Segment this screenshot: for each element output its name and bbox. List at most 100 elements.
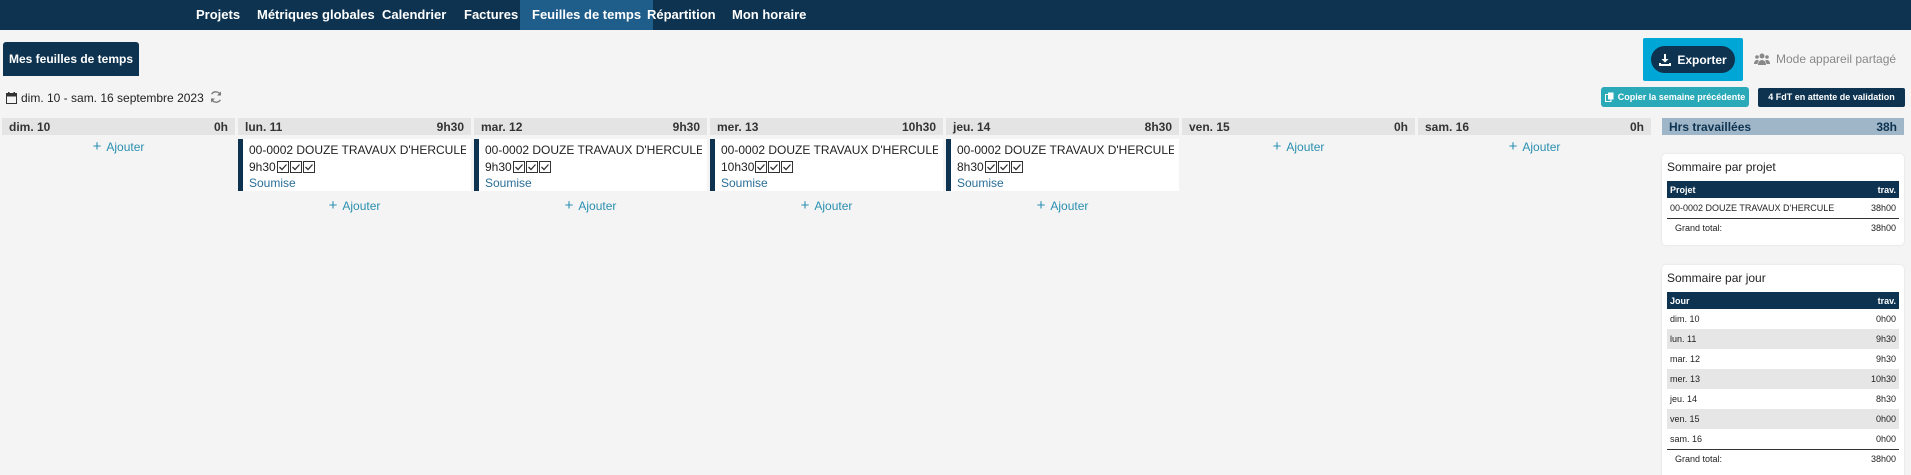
day-header: mar. 12 9h30	[474, 118, 707, 135]
add-label: Ajouter	[1050, 199, 1089, 213]
day-name: sam. 16	[1425, 119, 1470, 134]
shared-device-mode[interactable]: Mode appareil partagé	[1754, 52, 1896, 66]
day-column-ven-15: ven. 15 0h + Ajouter	[1182, 118, 1415, 159]
checkbox-icon	[768, 161, 781, 173]
plus-icon: +	[1036, 197, 1046, 214]
top-navigation: Projets Métriques globales Calendrier Fa…	[0, 0, 1911, 30]
entry-project: 00-0002 DOUZE TRAVAUX D'HERCULE	[721, 143, 938, 157]
row-name: 00-0002 DOUZE TRAVAUX D'HERCULE	[1670, 202, 1835, 213]
total-label: Grand total:	[1667, 217, 1864, 238]
add-entry-button[interactable]: + Ajouter	[710, 194, 943, 218]
table-row: 00-0002 DOUZE TRAVAUX D'HERCULE 38h00	[1667, 198, 1899, 218]
nav-mon-horaire[interactable]: Mon horaire	[720, 0, 818, 30]
calendar-icon	[6, 92, 17, 104]
table-row: mar. 12 9h30	[1667, 349, 1899, 369]
day-column-lun-11: lun. 11 9h30 00-0002 DOUZE TRAVAUX D'HER…	[238, 118, 471, 218]
timesheet-entry[interactable]: 00-0002 DOUZE TRAVAUX D'HERCULE 10h30 So…	[710, 139, 943, 191]
refresh-icon[interactable]	[209, 90, 223, 104]
timesheet-entry[interactable]: 00-0002 DOUZE TRAVAUX D'HERCULE 9h30 Sou…	[238, 139, 471, 191]
entry-status: Soumise	[957, 176, 1004, 190]
add-entry-button[interactable]: + Ajouter	[474, 194, 707, 218]
tab-mes-feuilles-de-temps[interactable]: Mes feuilles de temps	[3, 42, 139, 76]
export-button[interactable]: Exporter	[1651, 46, 1735, 73]
date-range-label: dim. 10 - sam. 16 septembre 2023	[21, 91, 204, 105]
timesheet-entry[interactable]: 00-0002 DOUZE TRAVAUX D'HERCULE 9h30 Sou…	[474, 139, 707, 191]
hours-worked-header: Hrs travaillées 38h	[1662, 118, 1904, 135]
total-value: 38h00	[1863, 217, 1899, 238]
entry-hours: 10h30	[721, 160, 755, 174]
summary-day-table: Jour trav. dim. 10 0h00 lun. 11 9h30 mar. …	[1667, 292, 1899, 469]
row-name: mer. 13	[1667, 369, 1819, 389]
table-row: mer. 13 10h30	[1667, 369, 1899, 389]
timesheet-entry[interactable]: 00-0002 DOUZE TRAVAUX D'HERCULE 8h30 Sou…	[946, 139, 1179, 191]
checkbox-icon	[302, 161, 315, 173]
entry-hours-row: 9h30	[485, 160, 702, 174]
hours-worked-label: Hrs travaillées	[1669, 119, 1752, 134]
plus-icon: +	[800, 197, 810, 214]
day-column-jeu-14: jeu. 14 8h30 00-0002 DOUZE TRAVAUX D'HER…	[946, 118, 1179, 218]
checkbox-icon	[276, 161, 289, 173]
entry-hours: 8h30	[957, 160, 984, 174]
nav-calendrier[interactable]: Calendrier	[370, 0, 458, 30]
entry-hours: 9h30	[249, 160, 276, 174]
nav-metriques-globales[interactable]: Métriques globales	[245, 0, 387, 30]
nav-factures[interactable]: Factures	[452, 0, 530, 30]
day-name: mer. 13	[717, 119, 759, 134]
total-row: Grand total: 38h00	[1667, 448, 1899, 469]
day-name: jeu. 14	[953, 119, 991, 134]
summary-title: Sommaire par jour	[1667, 271, 1766, 285]
total-label: Grand total:	[1667, 448, 1819, 469]
day-total: 8h30	[1144, 119, 1172, 134]
nav-repartition[interactable]: Répartition	[635, 0, 728, 30]
table-row: dim. 10 0h00	[1667, 309, 1899, 329]
add-entry-button[interactable]: + Ajouter	[1182, 135, 1415, 159]
add-entry-button[interactable]: + Ajouter	[238, 194, 471, 218]
day-total: 9h30	[436, 119, 464, 134]
checkbox-icon	[755, 161, 768, 173]
checkbox-icon	[525, 161, 538, 173]
day-header: sam. 16 0h	[1418, 118, 1651, 135]
total-row: Grand total: 38h00	[1667, 217, 1899, 238]
add-entry-button[interactable]: + Ajouter	[1418, 135, 1651, 159]
entry-hours-row: 9h30	[249, 160, 466, 174]
day-column-dim-10: dim. 10 0h + Ajouter	[2, 118, 235, 159]
shared-mode-label: Mode appareil partagé	[1776, 52, 1897, 66]
add-entry-button[interactable]: + Ajouter	[946, 194, 1179, 218]
row-name: lun. 11	[1667, 329, 1819, 349]
nav-feuilles-de-temps[interactable]: Feuilles de temps	[520, 0, 654, 30]
row-value: 38h00	[1870, 202, 1896, 213]
pending-validation-badge[interactable]: 4 FdT en attente de validation	[1758, 88, 1905, 107]
plus-icon: +	[564, 197, 574, 214]
summary-title: Sommaire par projet	[1667, 160, 1776, 174]
day-total: 0h	[1629, 119, 1644, 134]
summary-by-project: Sommaire par projet Projet trav. 00-0002…	[1662, 154, 1904, 245]
plus-icon: +	[1508, 138, 1518, 155]
add-label: Ajouter	[578, 199, 617, 213]
day-total: 10h30	[901, 119, 936, 134]
day-total: 0h	[1393, 119, 1408, 134]
day-name: ven. 15	[1189, 119, 1230, 134]
entry-status: Soumise	[721, 176, 768, 190]
day-total: 9h30	[672, 119, 700, 134]
column-header: trav.	[1863, 181, 1899, 198]
entry-hours-row: 10h30	[721, 160, 938, 174]
day-header: mer. 13 10h30	[710, 118, 943, 135]
day-name: dim. 10	[9, 119, 51, 134]
plus-icon: +	[92, 138, 102, 155]
entry-project: 00-0002 DOUZE TRAVAUX D'HERCULE	[485, 143, 702, 157]
table-row: ven. 15 0h00	[1667, 409, 1899, 429]
nav-projets[interactable]: Projets	[184, 0, 252, 30]
add-label: Ajouter	[106, 140, 145, 154]
column-header: Jour	[1667, 292, 1819, 309]
copy-icon	[1604, 92, 1614, 102]
summary-project-table: Projet trav. 00-0002 DOUZE TRAVAUX D'HER…	[1667, 181, 1899, 238]
copy-previous-week-button[interactable]: Copier la semaine précédente	[1601, 87, 1749, 107]
date-range: dim. 10 - sam. 16 septembre 2023	[6, 91, 204, 105]
row-value: 9h30	[1818, 329, 1899, 349]
row-name: dim. 10	[1670, 314, 1700, 324]
add-entry-button[interactable]: + Ajouter	[2, 135, 235, 159]
add-label: Ajouter	[814, 199, 853, 213]
add-label: Ajouter	[342, 199, 381, 213]
day-total: 0h	[213, 119, 228, 134]
day-name: lun. 11	[245, 119, 283, 134]
